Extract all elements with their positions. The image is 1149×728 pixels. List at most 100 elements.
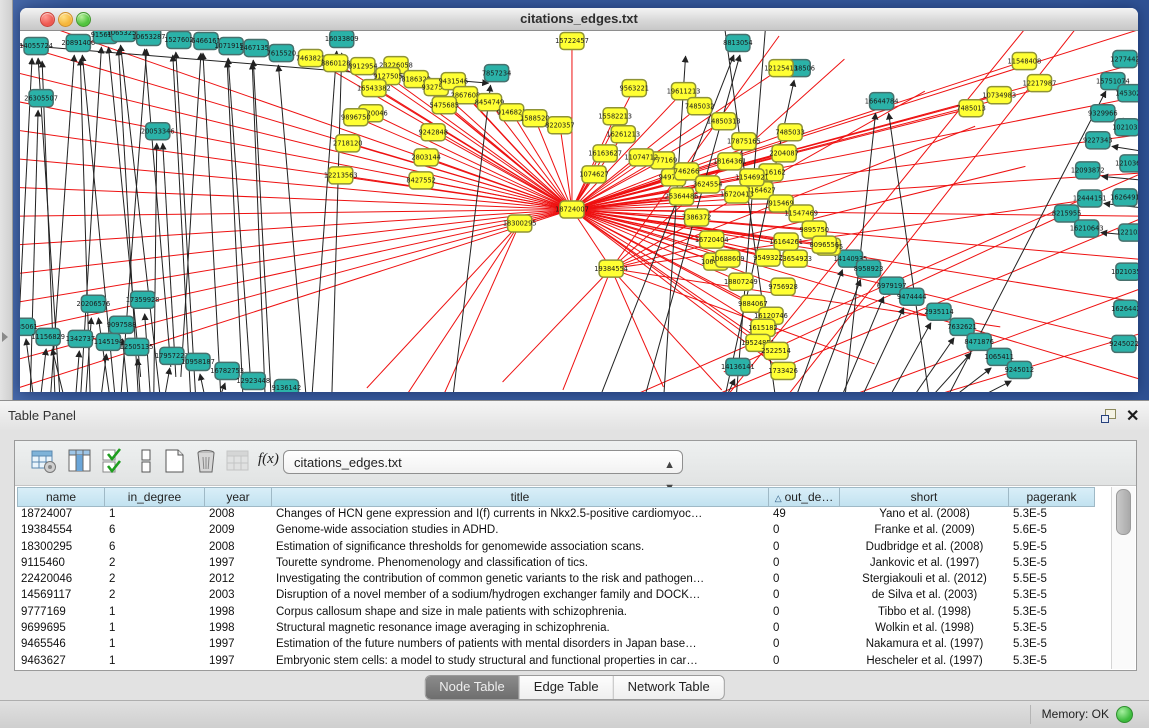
node-label: 10210354 [1111,268,1138,276]
table-cell: 1997 [205,637,272,653]
table-row[interactable]: 2242004622012Investigating the contribut… [17,572,1095,588]
table-cell: 5.3E-5 [1009,637,1095,653]
table-row[interactable]: 969969511998Structural magnetic resonanc… [17,621,1095,637]
node-label: 17359928 [126,296,160,304]
network-canvas[interactable]: 1405572420891406915612410653257106532871… [20,31,1138,392]
table-cell: 18724007 [17,507,105,523]
table-body[interactable]: 1872400712008Changes of HCN gene express… [17,507,1095,670]
table-cell: 0 [769,637,840,653]
table-row[interactable]: 977716911998Corpus callosum shape and si… [17,605,1095,621]
network-window[interactable]: citations_edges.txt 14055724208914069156… [20,8,1138,392]
table-panel-title: Table Panel [8,408,76,423]
citation-graph: 1405572420891406915612410653257106532871… [20,31,1138,392]
node-label: 8220357 [545,121,574,129]
memory-ok-indicator-icon[interactable] [1116,706,1133,723]
table-row[interactable]: 1938455462009Genome-wide association stu… [17,523,1095,539]
node-label: 16644784 [865,97,899,105]
column-header-year[interactable]: year [205,487,272,507]
node-label: 7615520 [267,49,296,57]
node-label: 12217987 [1023,79,1057,87]
column-header-short[interactable]: short [840,487,1009,507]
float-panel-icon[interactable] [1101,409,1115,422]
node-label: 16033809 [325,35,359,43]
node-label: 26305507 [24,94,58,102]
table-row[interactable]: 1456911722003Disruption of a novel membe… [17,588,1095,604]
select-all-icon[interactable] [101,448,127,474]
table-cell: Dudbridge et al. (2008) [840,540,1009,556]
node-label: 18724007 [555,206,589,214]
node-label: 15582213 [598,112,632,120]
table-cell: Tourette syndrome. Phenomenology and cla… [272,556,769,572]
node-label: 11156829 [31,333,65,341]
node-label: 14136141 [721,363,755,371]
node-label: 7857234 [482,69,511,77]
column-settings-icon[interactable] [67,448,93,474]
node-label: 12125413 [764,64,798,72]
node-label: 16720413 [720,191,754,199]
table-row[interactable]: 946362711997Embryonic stem cells: a mode… [17,654,1095,670]
node-label: 9136142 [272,384,301,392]
node-label: 16543382 [357,84,391,92]
column-header-pagerank[interactable]: pagerank [1009,487,1095,507]
table-header-row[interactable]: namein_degreeyeartitle△out_de…shortpager… [17,487,1095,507]
import-table-icon[interactable] [225,448,251,474]
table-row[interactable]: 1830029562008Estimation of significance … [17,540,1095,556]
node-label: 7632621 [947,323,976,331]
table-cell: 5.3E-5 [1009,605,1095,621]
node-label: 1626491 [1110,194,1138,202]
table-cell: 19384554 [17,523,105,539]
table-row[interactable]: 911546021997Tourette syndrome. Phenomeno… [17,556,1095,572]
column-header-name[interactable]: name [17,487,105,507]
table-row[interactable]: 1872400712008Changes of HCN gene express… [17,507,1095,523]
node-label: 19384554 [594,265,628,273]
node-label: 9329966 [1088,109,1117,117]
table-selector-dropdown[interactable]: citations_edges.txt ▲▼ [283,450,683,474]
table-cell: 6 [105,523,205,539]
network-window-titlebar[interactable]: citations_edges.txt [20,8,1138,31]
table-row[interactable]: 946554611997Estimation of the future num… [17,637,1095,653]
table-cell: 1998 [205,621,272,637]
node-label: 10734983 [982,91,1016,99]
node-label: 9896750 [341,113,370,121]
column-header-in_degree[interactable]: in_degree [105,487,205,507]
tab-network-table[interactable]: Network Table [613,676,724,699]
tab-node-table[interactable]: Node Table [425,676,519,699]
status-divider [1030,705,1031,724]
table-cell: 9115460 [17,556,105,572]
column-header-out_de[interactable]: △out_de… [769,487,840,507]
node-label: 16210643 [1070,225,1104,233]
table-cell: Changes of HCN gene expression and I(f) … [272,507,769,523]
table-cell: 5.3E-5 [1009,507,1095,523]
table-cell: 5.3E-5 [1009,621,1095,637]
node-label: 1342737 [66,335,95,343]
close-panel-icon[interactable]: ✕ [1126,406,1139,426]
node-label: 8096556 [810,241,839,249]
table-settings-icon[interactable] [31,448,57,474]
table-cell: 1 [105,507,205,523]
table-cell: Genome-wide association studies in ADHD. [272,523,769,539]
node-label: 2935114 [924,308,953,316]
new-table-icon[interactable] [161,448,187,474]
node-label: 10688609 [711,255,745,263]
table-vertical-scrollbar[interactable] [1111,487,1135,669]
row-height-icon[interactable] [133,448,159,474]
function-builder-icon[interactable]: f(x) [258,451,284,477]
table-toolbar: f(x) citations_edges.txt ▲▼ [15,441,1136,486]
node-table[interactable]: namein_degreeyeartitle△out_de…shortpager… [17,487,1095,670]
node-label: 1527602 [164,36,193,44]
tab-edge-table[interactable]: Edge Table [519,676,613,699]
node-label: 20206576 [77,300,111,308]
table-panel-titlebar[interactable]: Table Panel ✕ [0,400,1149,432]
table-cell: de Silva et al. (2003) [840,588,1009,604]
table-cell: 1 [105,637,205,653]
table-selector-value: citations_edges.txt [294,455,402,470]
delete-table-icon[interactable] [193,448,219,474]
panel-expand-handle-icon[interactable] [2,332,8,342]
table-cell: 5.3E-5 [1009,588,1095,604]
column-header-title[interactable]: title [272,487,769,507]
control-panel-collapsed-strip[interactable] [0,0,13,400]
table-cell: Stergiakouli et al. (2012) [840,572,1009,588]
node-label: 17875165 [727,138,761,146]
scrollbar-thumb[interactable] [1116,489,1131,535]
table-cell: 0 [769,572,840,588]
